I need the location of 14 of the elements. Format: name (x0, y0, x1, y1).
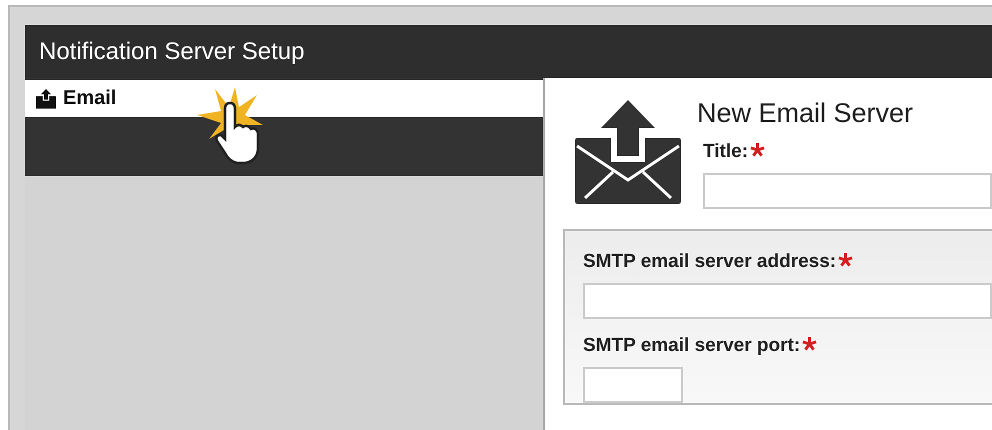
mail-upload-icon (35, 88, 57, 108)
field-label: SMTP email server port: (583, 335, 800, 357)
required-icon (750, 143, 766, 158)
form-heading: New Email Server (697, 98, 914, 129)
sidebar-item[interactable]: Email (25, 80, 543, 117)
field-label: Title: (703, 141, 748, 163)
input-field[interactable] (583, 283, 992, 319)
required-icon (838, 253, 854, 268)
window-title: Notification Server Setup (39, 38, 304, 66)
input-field[interactable] (583, 367, 683, 403)
field-label: SMTP email server address: (583, 251, 836, 273)
mail-upload-icon (573, 100, 683, 206)
required-icon (802, 337, 818, 352)
title-input-field[interactable] (703, 173, 992, 209)
